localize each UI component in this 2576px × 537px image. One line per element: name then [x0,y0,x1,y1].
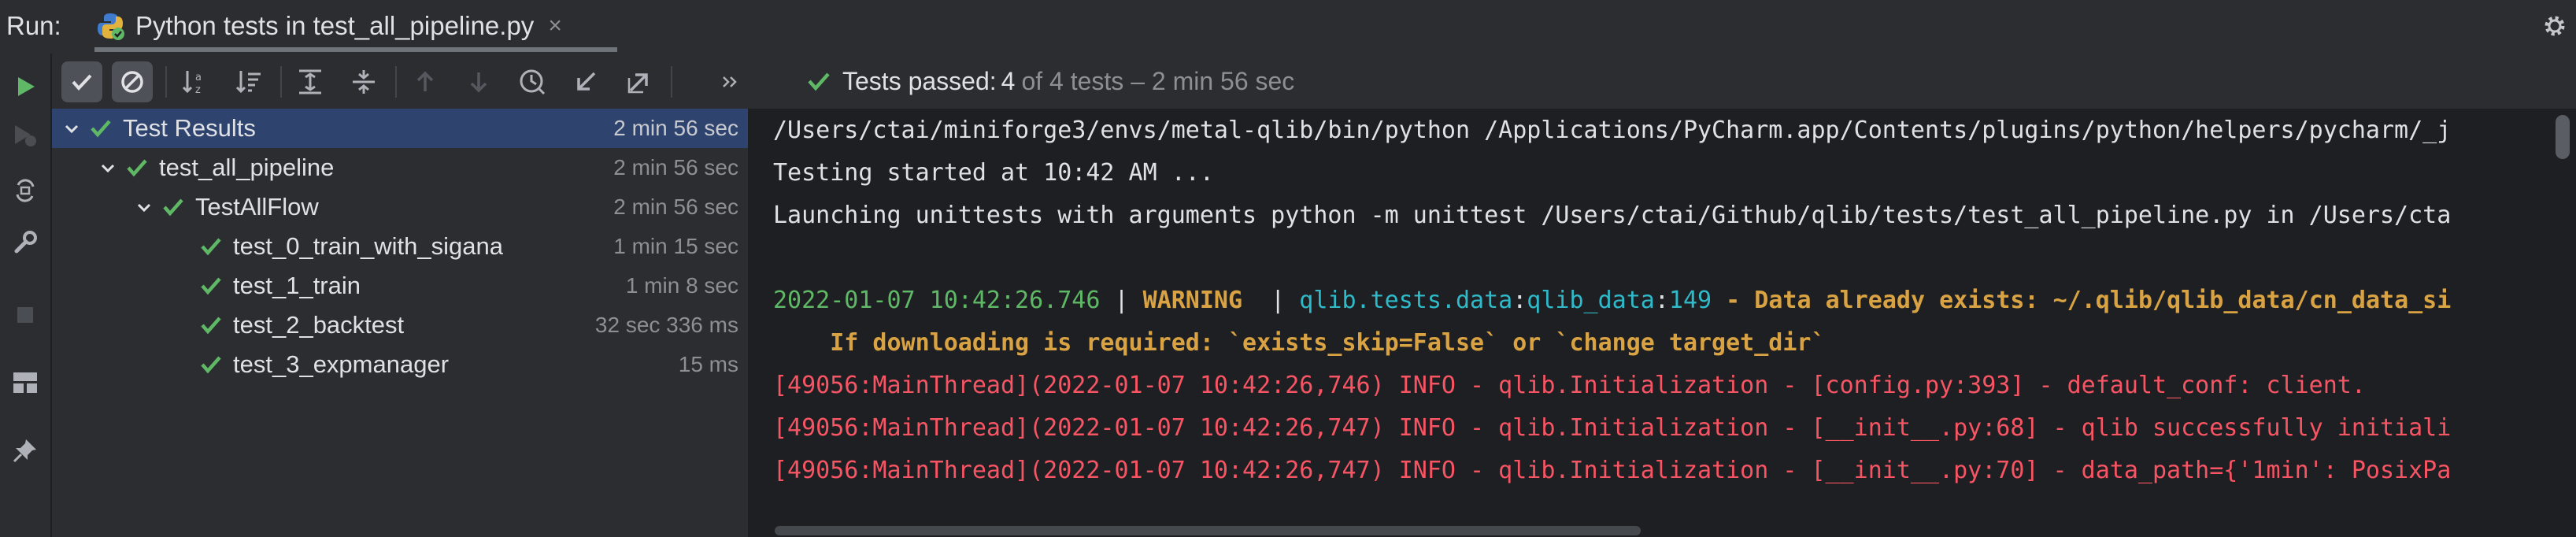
svg-text:a: a [195,72,202,83]
console-output[interactable]: /Users/ctai/miniforge3/envs/metal-qlib/b… [751,109,2576,537]
close-icon[interactable]: × [548,13,562,39]
log-module: qlib.tests.data [1299,287,1513,314]
log-separator: | [1100,287,1143,314]
collapse-all-icon[interactable] [343,61,384,102]
status-passed-count: 4 [1001,66,1016,95]
console-line: Testing started at 10:42 AM ... [773,159,1214,187]
prev-failed-icon[interactable] [405,61,446,102]
export-tests-icon[interactable] [619,61,660,102]
svg-text:z: z [195,84,201,96]
horizontal-scrollbar[interactable] [775,526,1641,535]
log-message: - Data already exists: ~/.qlib/qlib_data… [1712,287,2452,314]
more-icon[interactable] [715,61,746,102]
tree-item-duration: 1 min 8 sec [625,273,738,298]
run-icon[interactable] [9,71,41,102]
tree-row-test-all-pipeline[interactable]: test_all_pipeline 2 min 56 sec [52,148,748,187]
console-line: Launching unittests with arguments pytho… [773,202,2452,229]
test-toolbar: az Tests passed: 4 of 4 tests – 2 min 56… [52,54,2576,109]
layout-icon[interactable] [9,367,41,398]
console-info-line: [49056:MainThread](2022-01-07 10:42:26,7… [773,414,2452,442]
status-prefix: Tests passed: [842,66,997,95]
tree-item-label: Test Results [123,114,256,142]
tree-item-duration: 1 min 15 sec [613,234,738,258]
log-separator: : [1654,287,1669,314]
run-label: Run: [6,11,61,40]
log-time: 2022-01-07 10:42:26.746 [773,287,1101,314]
check-icon [808,72,830,91]
toolbar-separator [395,66,397,98]
tree-item-duration: 15 ms [678,352,738,376]
run-tab[interactable]: Python tests in test_all_pipeline.py × [94,0,562,52]
console-info-line: [49056:MainThread](2022-01-07 10:42:26,7… [773,372,2366,399]
tree-row-test-3[interactable]: test_3_expmanager 15 ms [52,345,748,384]
gear-icon[interactable] [2540,11,2570,41]
expand-all-icon[interactable] [290,61,331,102]
run-tool-window: Run: Python tests in test_all_pipeline.p… [0,0,2576,537]
chevron-down-icon[interactable] [96,156,120,180]
tree-item-label: test_1_train [233,272,361,299]
console-line: /Users/ctai/miniforge3/envs/metal-qlib/b… [773,117,2452,144]
check-icon [198,273,224,298]
log-level: WARNING [1142,287,1257,314]
tree-row-test-results[interactable]: Test Results 2 min 56 sec [52,109,748,148]
toggle-auto-test-icon[interactable] [9,175,41,206]
log-lineno: 149 [1668,287,1712,314]
tree-row-test-all-flow[interactable]: TestAllFlow 2 min 56 sec [52,187,748,227]
test-tree[interactable]: Test Results 2 min 56 sec test_all_pipel… [52,109,748,537]
check-icon [88,116,113,141]
active-tab-indicator [94,47,617,52]
tree-item-label: test_all_pipeline [159,154,335,181]
log-separator: : [1512,287,1527,314]
tree-item-label: test_2_backtest [233,311,405,339]
tree-item-label: test_3_expmanager [233,350,450,378]
python-test-icon [98,13,124,40]
tree-item-label: test_0_train_with_sigana [233,232,503,260]
vertical-scrollbar[interactable] [2556,115,2570,159]
next-failed-icon[interactable] [458,61,499,102]
toolbar-separator [165,66,167,98]
tree-row-test-1[interactable]: test_1_train 1 min 8 sec [52,266,748,306]
sort-alpha-icon[interactable]: az [175,61,216,102]
tree-row-test-0[interactable]: test_0_train_with_sigana 1 min 15 sec [52,227,748,266]
test-status-summary: Tests passed: 4 of 4 tests – 2 min 56 se… [806,63,1294,99]
chevron-down-icon[interactable] [132,195,156,219]
toolbar-separator [280,66,282,98]
chevron-down-icon[interactable] [60,117,83,140]
import-tests-icon[interactable] [565,61,606,102]
stop-icon[interactable] [9,299,41,331]
history-icon[interactable] [512,61,553,102]
tree-item-duration: 2 min 56 sec [613,116,738,140]
rerun-failed-icon[interactable] [9,120,41,151]
check-icon [124,155,150,180]
check-icon [198,352,224,377]
check-icon [198,313,224,338]
log-function: qlib_data [1527,287,1655,314]
run-side-toolbar [0,54,52,537]
pin-icon[interactable] [9,435,41,466]
console-warning-line: 2022-01-07 10:42:26.746 | WARNING | qlib… [773,287,2451,314]
check-icon [161,194,186,220]
console-info-line: [49056:MainThread](2022-01-07 10:42:26,7… [773,457,2452,484]
sort-duration-icon[interactable] [228,61,269,102]
tree-item-duration: 32 sec 336 ms [594,313,738,337]
show-ignored-icon[interactable] [112,61,153,102]
check-icon [198,234,224,259]
tree-row-test-2[interactable]: test_2_backtest 32 sec 336 ms [52,306,748,345]
tree-item-duration: 2 min 56 sec [613,194,738,219]
wrench-icon[interactable] [9,227,41,258]
status-detail: of 4 tests – 2 min 56 sec [1021,66,1295,95]
show-passed-icon[interactable] [61,61,102,102]
run-tabs-bar: Run: Python tests in test_all_pipeline.p… [0,0,2576,55]
log-separator: | [1257,287,1300,314]
tree-item-duration: 2 min 56 sec [613,155,738,180]
console-warning-detail: If downloading is required: `exists_skip… [773,329,1826,357]
tree-item-label: TestAllFlow [195,193,319,220]
run-tab-title: Python tests in test_all_pipeline.py [135,11,535,40]
toolbar-separator [671,66,672,98]
